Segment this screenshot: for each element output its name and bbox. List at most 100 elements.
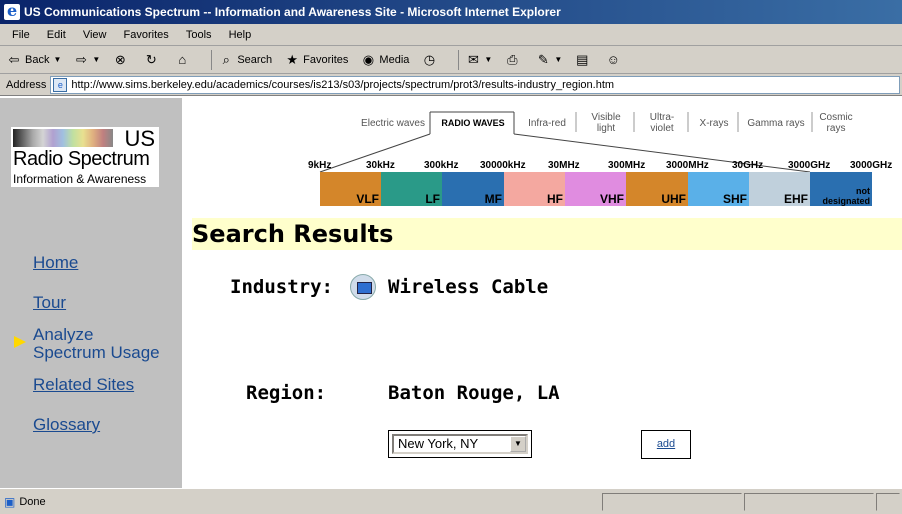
discuss-icon: ▤ xyxy=(576,51,589,67)
band-electric-waves: Electric waves xyxy=(361,118,425,129)
status-panel xyxy=(744,493,874,511)
refresh-button[interactable]: ↻ xyxy=(143,49,162,71)
band-bar-vhf: VHF xyxy=(565,172,626,206)
address-url: http://www.sims.berkeley.edu/academics/c… xyxy=(71,78,615,91)
logo-spectrum-graphic xyxy=(13,129,113,147)
industry-label: Industry: xyxy=(230,276,333,298)
nav-home-link[interactable]: Home xyxy=(33,254,78,272)
status-bar: ▣ Done xyxy=(0,488,902,514)
home-icon: ⌂ xyxy=(178,52,187,67)
band-bar-hf: HF xyxy=(504,172,565,206)
nav-analyze-link[interactable]: Analyze Spectrum Usage xyxy=(33,326,160,362)
address-bar: Address e http://www.sims.berkeley.edu/a… xyxy=(0,74,902,96)
current-page-arrow-icon xyxy=(14,336,26,348)
freq-label: 30GHz xyxy=(732,160,764,171)
home-button[interactable]: ⌂ xyxy=(174,49,193,71)
add-region-link[interactable]: add xyxy=(641,430,691,459)
forward-button[interactable]: ⇨ ▼ xyxy=(73,49,100,71)
toolbar-separator xyxy=(211,49,213,70)
media-icon: ◉ xyxy=(362,51,375,67)
search-icon: ⌕ xyxy=(222,51,230,67)
band-bar-not-designated: not designated xyxy=(810,172,872,206)
ie-icon xyxy=(4,0,20,23)
menu-view[interactable]: View xyxy=(83,24,107,46)
address-label: Address xyxy=(6,78,47,91)
region-value: Baton Rouge, LA xyxy=(388,382,560,404)
region-select-container: New York, NY ▼ xyxy=(388,430,532,458)
menu-favorites[interactable]: Favorites xyxy=(124,24,169,46)
dropdown-arrow-icon[interactable]: ▼ xyxy=(510,436,526,452)
page-status-icon: ▣ xyxy=(4,494,16,509)
window-titlebar: US Communications Spectrum -- Informatio… xyxy=(0,0,902,24)
menu-edit[interactable]: Edit xyxy=(47,24,66,46)
freq-label: 30kHz xyxy=(366,160,395,171)
discuss-button[interactable]: ▤ xyxy=(574,49,593,71)
nav-related-sites-link[interactable]: Related Sites xyxy=(33,376,134,394)
mail-icon: ✉ xyxy=(467,51,479,67)
mail-button[interactable]: ✉ ▼ xyxy=(465,49,492,71)
freq-label: 3000MHz xyxy=(666,160,709,171)
band-x-rays: X-rays xyxy=(699,118,729,129)
region-label: Region: xyxy=(246,382,327,404)
back-arrow-icon: ⇦ xyxy=(8,51,20,67)
logo-title: Radio Spectrum xyxy=(13,148,150,170)
menu-help[interactable]: Help xyxy=(229,24,252,46)
search-button[interactable]: ⌕ Search xyxy=(218,49,273,71)
refresh-icon: ↻ xyxy=(145,51,157,67)
band-bar-lf: LF xyxy=(381,172,442,206)
history-icon: ◷ xyxy=(423,51,436,67)
band-bar-mf: MF xyxy=(442,172,504,206)
band-bar-shf: SHF xyxy=(688,172,749,206)
nav-analyze-line2: Spectrum Usage xyxy=(33,343,160,362)
region-select[interactable]: New York, NY ▼ xyxy=(392,434,528,454)
back-button[interactable]: ⇦ Back ▼ xyxy=(6,49,62,71)
freq-label: 30MHz xyxy=(548,160,580,171)
edit-icon: ✎ xyxy=(537,51,549,67)
band-radio-waves: RADIO WAVES xyxy=(441,118,505,128)
site-logo: US Radio Spectrum Information & Awarenes… xyxy=(10,126,160,188)
industry-value: Wireless Cable xyxy=(388,276,549,298)
menu-bar: File Edit View Favorites Tools Help xyxy=(0,24,902,46)
print-icon: ⎙ xyxy=(507,51,518,67)
band-cosmic-rays: Cosmic rays xyxy=(819,112,853,134)
freq-label: 300MHz xyxy=(608,160,646,171)
band-visible-light: Visible light xyxy=(591,112,621,134)
toolbar: ⇦ Back ▼ ⇨ ▼ ⊗ ↻ ⌂ ⌕ Search ★ Favorites ◉ Medi… xyxy=(0,46,902,74)
nav-tour-link[interactable]: Tour xyxy=(33,294,66,312)
band-bar-ehf: EHF xyxy=(749,172,810,206)
nav-analyze-line1: Analyze xyxy=(33,325,94,344)
menu-file[interactable]: File xyxy=(12,24,30,46)
main-content: Electric waves RADIO WAVES Infra-red Vis… xyxy=(182,98,902,488)
region-select-value: New York, NY xyxy=(398,436,479,451)
status-panel xyxy=(876,493,900,511)
address-field[interactable]: e http://www.sims.berkeley.edu/academics… xyxy=(50,75,900,94)
sidebar: US Radio Spectrum Information & Awarenes… xyxy=(0,98,182,488)
page-title: Search Results xyxy=(192,218,902,250)
band-infra-red: Infra-red xyxy=(528,118,566,129)
freq-label: 30000kHz xyxy=(480,160,526,171)
spectrum-chart: Electric waves RADIO WAVES Infra-red Vis… xyxy=(182,98,902,210)
freq-label: 3000GHz xyxy=(850,160,893,171)
page-icon: e xyxy=(53,77,68,92)
favorites-icon: ★ xyxy=(286,51,298,67)
favorites-button[interactable]: ★ Favorites xyxy=(284,49,348,71)
band-bar-uhf: UHF xyxy=(626,172,688,206)
stop-button[interactable]: ⊗ xyxy=(112,49,131,71)
freq-label: 300kHz xyxy=(424,160,459,171)
messenger-button[interactable]: ☺ xyxy=(605,49,624,71)
edit-button[interactable]: ✎ ▼ xyxy=(535,49,562,71)
stop-icon: ⊗ xyxy=(114,51,126,67)
nav-glossary-link[interactable]: Glossary xyxy=(33,416,100,434)
toolbar-separator xyxy=(458,49,460,70)
logo-subtitle: Information & Awareness xyxy=(13,172,147,186)
band-gamma-rays: Gamma rays xyxy=(747,118,805,129)
messenger-icon: ☺ xyxy=(606,52,620,67)
history-button[interactable]: ◷ xyxy=(421,49,440,71)
print-button[interactable]: ⎙ xyxy=(504,49,523,71)
band-ultra-violet: Ultra-violet xyxy=(649,112,675,134)
menu-tools[interactable]: Tools xyxy=(186,24,212,46)
status-panel xyxy=(602,493,742,511)
freq-label: 9kHz xyxy=(308,160,332,171)
status-text: Done xyxy=(19,495,46,508)
media-button[interactable]: ◉ Media xyxy=(360,49,410,71)
